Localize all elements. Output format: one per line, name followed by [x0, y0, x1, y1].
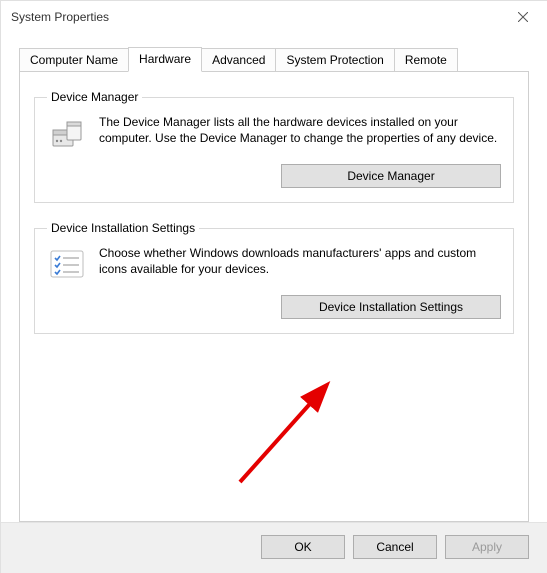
device-manager-description: The Device Manager lists all the hardwar…	[99, 114, 501, 146]
device-installation-group: Device Installation Settings Choose whet…	[34, 221, 514, 334]
tab-advanced[interactable]: Advanced	[201, 48, 276, 71]
dialog-button-bar: OK Cancel Apply	[1, 522, 547, 573]
titlebar: System Properties	[1, 1, 547, 33]
ok-button[interactable]: OK	[261, 535, 345, 559]
window-title: System Properties	[11, 10, 109, 24]
checklist-icon	[47, 245, 87, 285]
device-installation-description: Choose whether Windows downloads manufac…	[99, 245, 501, 277]
close-button[interactable]	[503, 3, 543, 31]
annotation-arrow-icon	[230, 372, 360, 492]
device-manager-group: Device Manager The Device Manager lists …	[34, 90, 514, 203]
device-manager-legend: Device Manager	[47, 90, 142, 104]
device-manager-button[interactable]: Device Manager	[281, 164, 501, 188]
tab-system-protection[interactable]: System Protection	[275, 48, 394, 71]
device-installation-settings-button[interactable]: Device Installation Settings	[281, 295, 501, 319]
tab-hardware[interactable]: Hardware	[128, 47, 202, 72]
cancel-button[interactable]: Cancel	[353, 535, 437, 559]
hardware-panel: Device Manager The Device Manager lists …	[19, 71, 529, 522]
device-installation-legend: Device Installation Settings	[47, 221, 199, 235]
hardware-icon	[47, 114, 87, 154]
system-properties-window: System Properties Computer Name Hardware…	[0, 0, 547, 573]
apply-button[interactable]: Apply	[445, 535, 529, 559]
tab-computer-name[interactable]: Computer Name	[19, 48, 129, 71]
tab-remote[interactable]: Remote	[394, 48, 458, 71]
close-icon	[518, 12, 528, 22]
tab-strip: Computer Name Hardware Advanced System P…	[1, 47, 547, 71]
